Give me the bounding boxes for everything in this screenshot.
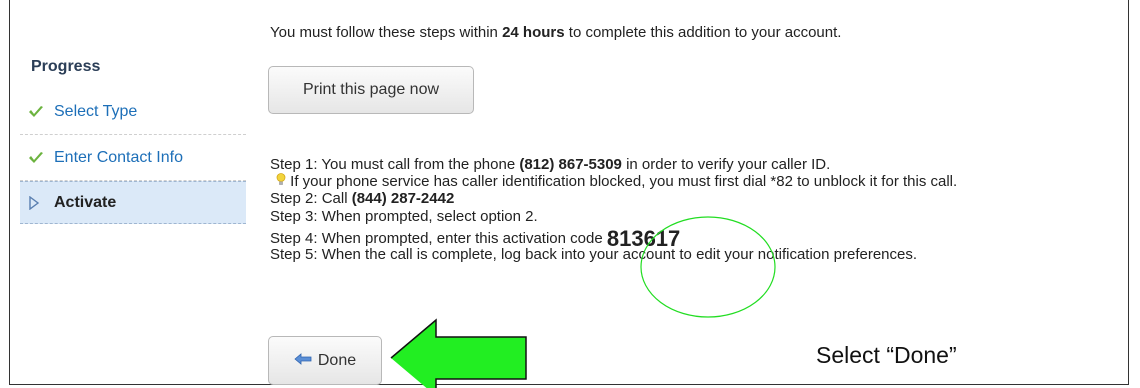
green-arrow-icon <box>390 318 527 388</box>
highlight-ellipse <box>640 216 776 318</box>
annotation-overlay <box>390 216 776 388</box>
